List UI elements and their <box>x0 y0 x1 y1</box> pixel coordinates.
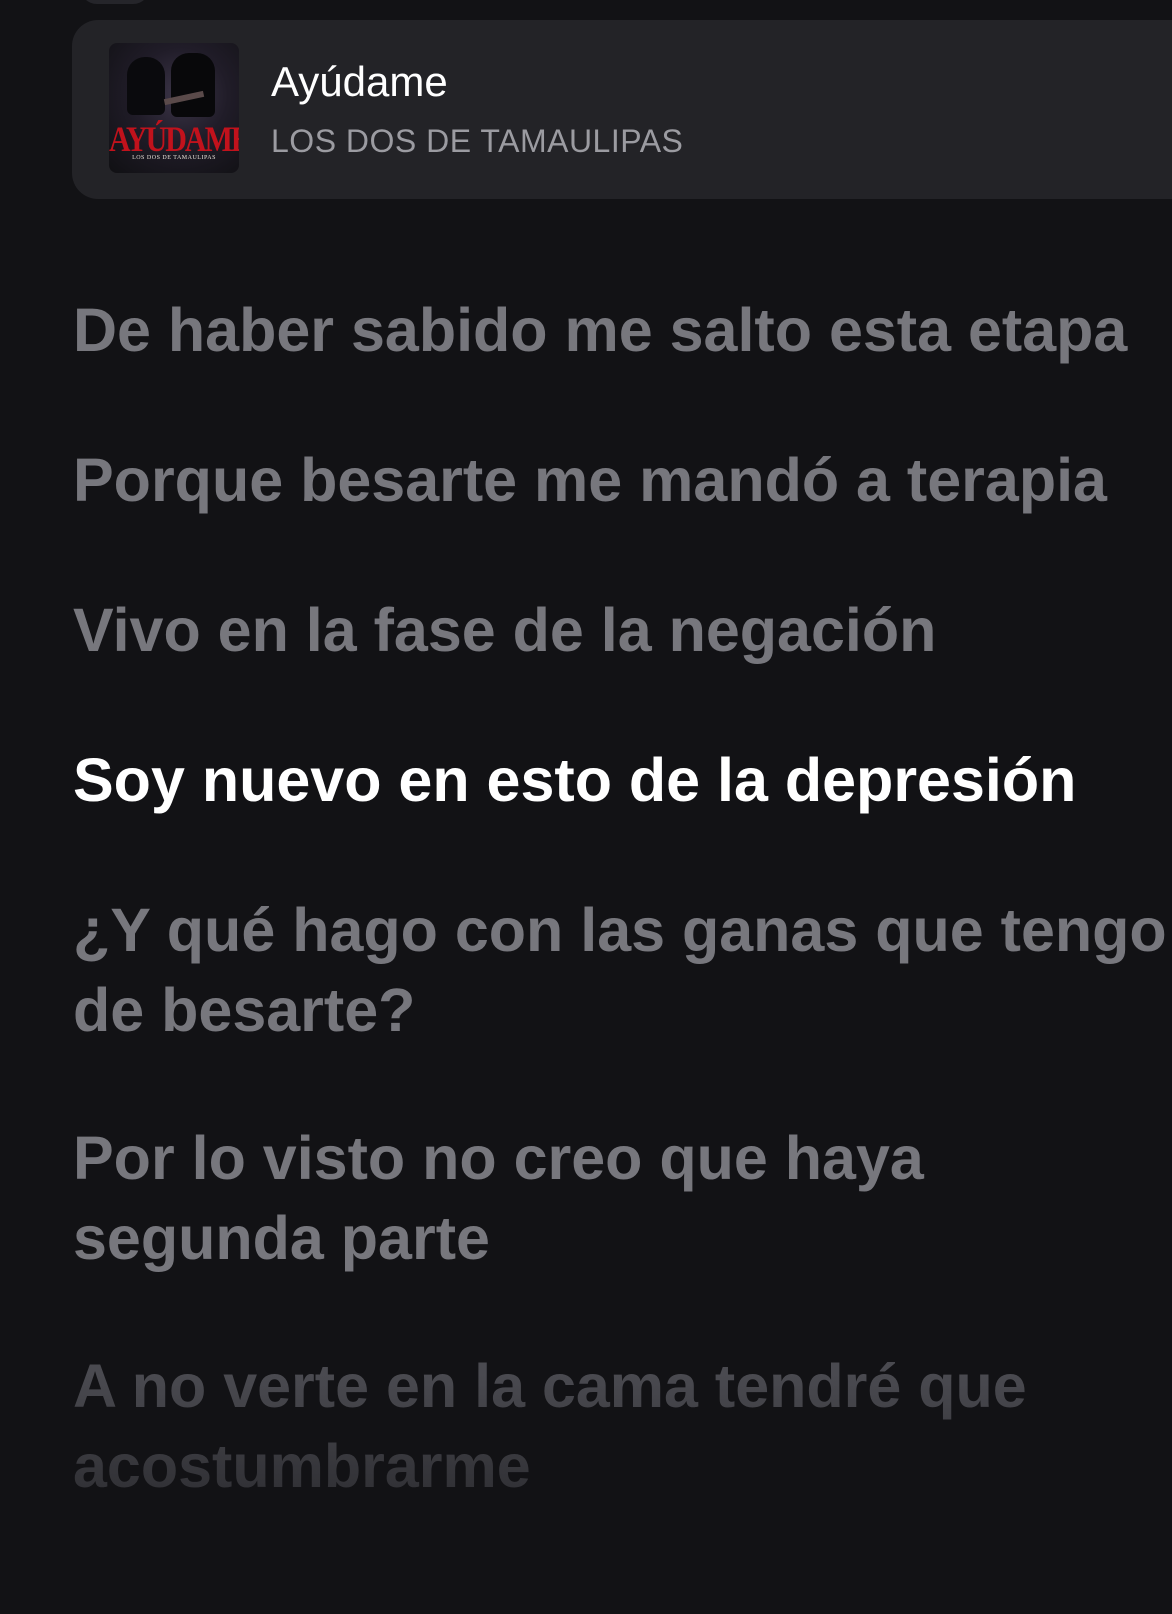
lyric-line-text: A no verte en la cama tendré que <box>73 1352 1027 1420</box>
lyric-line[interactable]: Vivo en la fase de la negación <box>73 590 936 670</box>
now-playing-card[interactable]: AYÚDAME LOS DOS DE TAMAULIPAS Ayúdame LO… <box>72 20 1172 199</box>
lyric-line[interactable]: A no verte en la cama tendré que acostum… <box>73 1346 1027 1506</box>
lyric-line-active[interactable]: Soy nuevo en esto de la depresión <box>73 740 1076 820</box>
lyric-line-text-continued: de besarte? <box>73 976 416 1044</box>
lyric-line-text: Vivo en la fase de la negación <box>73 596 937 664</box>
lyric-line-text-continued: segunda parte <box>73 1204 490 1272</box>
song-title: Ayúdame <box>271 58 448 105</box>
artwork-figure-left <box>127 57 165 115</box>
artist-name[interactable]: LOS DOS DE TAMAULIPAS <box>271 123 683 160</box>
lyric-line-text: De haber sabido me salto esta etapa <box>73 296 1128 364</box>
lyric-line[interactable]: De haber sabido me salto esta etapa <box>73 290 1127 370</box>
album-artwork: AYÚDAME LOS DOS DE TAMAULIPAS <box>109 43 239 173</box>
lyric-line[interactable]: Por lo visto no creo que haya segunda pa… <box>73 1118 924 1278</box>
lyric-line-text: ¿Y qué hago con las ganas que tengo <box>73 896 1167 964</box>
lyric-line-text-continued: acostumbrarme <box>73 1432 531 1500</box>
top-handle <box>80 0 150 4</box>
lyric-line-text: Porque besarte me mandó a terapia <box>73 446 1107 514</box>
lyric-line-text: Soy nuevo en esto de la depresión <box>73 746 1077 814</box>
lyric-line[interactable]: ¿Y qué hago con las ganas que tengo de b… <box>73 890 1167 1050</box>
lyric-line-text: Por lo visto no creo que haya <box>73 1124 924 1192</box>
artwork-subtitle: LOS DOS DE TAMAULIPAS <box>132 155 216 161</box>
lyric-line[interactable]: Porque besarte me mandó a terapia <box>73 440 1107 520</box>
artwork-figure-right <box>171 53 215 117</box>
